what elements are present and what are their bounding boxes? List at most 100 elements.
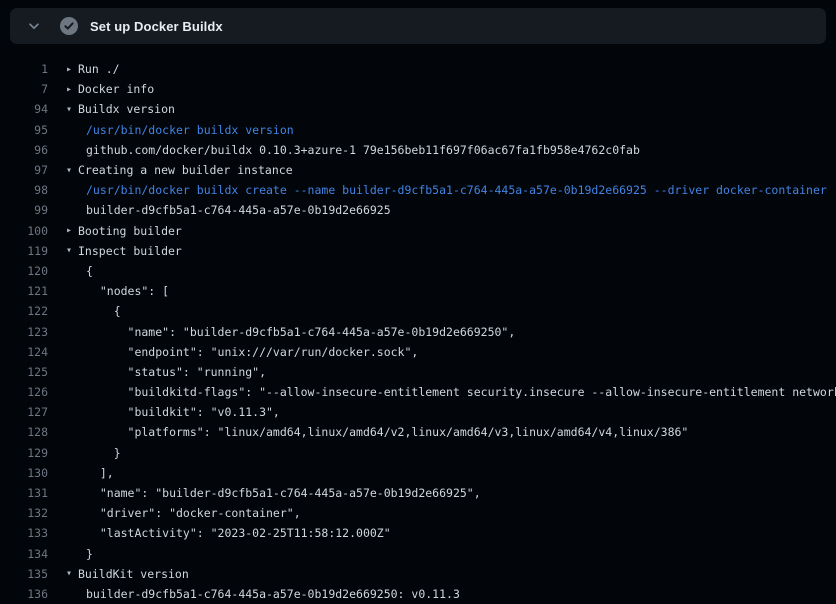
log-output-text: "lastActivity": "2023-02-25T11:58:12.000… [66,526,391,540]
line-number[interactable]: 7 [0,82,48,96]
triangle-down-icon: ▾ [66,165,78,176]
triangle-right-icon: ▸ [66,225,78,236]
triangle-down-icon: ▾ [66,104,78,115]
line-number[interactable]: 1 [0,62,48,76]
line-number[interactable]: 124 [0,345,48,359]
line-number[interactable]: 136 [0,587,48,601]
log-line-row: 98 /usr/bin/docker buildx create --name … [0,180,836,200]
line-number[interactable]: 119 [0,244,48,258]
log-line-row: 124 "endpoint": "unix:///var/run/docker.… [0,342,836,362]
log-line-row: 99 builder-d9cfb5a1-c764-445a-a57e-0b19d… [0,200,836,220]
log-line-row: 131 "name": "builder-d9cfb5a1-c764-445a-… [0,483,836,503]
line-number[interactable]: 122 [0,304,48,318]
line-number[interactable]: 133 [0,526,48,540]
log-line-row: 136 builder-d9cfb5a1-c764-445a-a57e-0b19… [0,584,836,604]
line-number[interactable]: 98 [0,183,48,197]
log-line-row: 127 "buildkit": "v0.11.3", [0,402,836,422]
line-number[interactable]: 94 [0,102,48,116]
log-line-row: 97 ▾Creating a new builder instance [0,160,836,180]
triangle-down-icon: ▾ [66,568,78,579]
step-header[interactable]: Set up Docker Buildx [10,8,826,44]
log-output-text: "name": "builder-d9cfb5a1-c764-445a-a57e… [66,486,481,500]
log-output-text: } [66,547,93,561]
log-line-row: 126 "buildkitd-flags": "--allow-insecure… [0,382,836,402]
log-group-toggle[interactable]: ▾Creating a new builder instance [66,163,293,177]
log-group-label: Buildx version [78,102,175,116]
log-line-row: 1 ▸Run ./ [0,59,836,79]
triangle-right-icon: ▸ [66,64,78,75]
log-output-text: builder-d9cfb5a1-c764-445a-a57e-0b19d2e6… [66,587,460,601]
log-output-text: "buildkitd-flags": "--allow-insecure-ent… [66,385,836,399]
log-group-label: Booting builder [78,224,182,238]
log-lines: 1 ▸Run ./ 7 ▸Docker info 94 ▾Buildx vers… [0,59,836,604]
log-line-row: 95 /usr/bin/docker buildx version [0,120,836,140]
chevron-down-icon[interactable] [26,18,42,34]
log-line-row: 121 "nodes": [ [0,281,836,301]
triangle-right-icon: ▸ [66,84,78,95]
line-number[interactable]: 100 [0,224,48,238]
line-number[interactable]: 131 [0,486,48,500]
line-number[interactable]: 99 [0,203,48,217]
log-group-label: Creating a new builder instance [78,163,293,177]
log-output-text: } [66,446,121,460]
log-output-text: { [66,264,93,278]
log-output-text: "endpoint": "unix:///var/run/docker.sock… [66,345,418,359]
line-number[interactable]: 95 [0,123,48,137]
line-number[interactable]: 123 [0,325,48,339]
log-command-text: /usr/bin/docker buildx create --name bui… [66,183,827,197]
triangle-down-icon: ▾ [66,245,78,256]
log-line-row: 120 { [0,261,836,281]
line-number[interactable]: 128 [0,425,48,439]
line-number[interactable]: 126 [0,385,48,399]
log-group-label: Run ./ [78,62,120,76]
log-line-row: 7 ▸Docker info [0,79,836,99]
log-group-toggle[interactable]: ▾Inspect builder [66,244,182,258]
log-output-text: "status": "running", [66,365,266,379]
log-line-row: 96 github.com/docker/buildx 0.10.3+azure… [0,140,836,160]
log-line-row: 134 } [0,544,836,564]
line-number[interactable]: 127 [0,405,48,419]
line-number[interactable]: 135 [0,567,48,581]
log-output-text: "buildkit": "v0.11.3", [66,405,280,419]
line-number[interactable]: 97 [0,163,48,177]
log-line-row: 132 "driver": "docker-container", [0,503,836,523]
log-output-text: { [66,304,121,318]
log-output-text: github.com/docker/buildx 0.10.3+azure-1 … [66,143,640,157]
line-number[interactable]: 125 [0,365,48,379]
log-line-row: 125 "status": "running", [0,362,836,382]
log-line-row: 94 ▾Buildx version [0,99,836,119]
log-output-text: builder-d9cfb5a1-c764-445a-a57e-0b19d2e6… [66,203,391,217]
log-line-row: 119 ▾Inspect builder [0,241,836,261]
log-output-text: "driver": "docker-container", [66,506,301,520]
log-line-row: 130 ], [0,463,836,483]
line-number[interactable]: 130 [0,466,48,480]
check-circle-icon [60,17,78,35]
log-output-text: ], [66,466,114,480]
line-number[interactable]: 121 [0,284,48,298]
log-command-text: /usr/bin/docker buildx version [66,123,294,137]
line-number[interactable]: 132 [0,506,48,520]
log-group-label: Docker info [78,82,154,96]
log-line-row: 128 "platforms": "linux/amd64,linux/amd6… [0,422,836,442]
line-number[interactable]: 120 [0,264,48,278]
line-number[interactable]: 129 [0,446,48,460]
log-line-row: 129 } [0,443,836,463]
log-group-label: BuildKit version [78,567,189,581]
log-group-toggle[interactable]: ▸Booting builder [66,224,182,238]
log-group-toggle[interactable]: ▸Run ./ [66,62,120,76]
log-output-text: "nodes": [ [66,284,169,298]
line-number[interactable]: 134 [0,547,48,561]
step-title: Set up Docker Buildx [90,19,223,34]
log-group-toggle[interactable]: ▾BuildKit version [66,567,189,581]
log-group-label: Inspect builder [78,244,182,258]
log-group-toggle[interactable]: ▾Buildx version [66,102,175,116]
log-line-row: 123 "name": "builder-d9cfb5a1-c764-445a-… [0,321,836,341]
log-group-toggle[interactable]: ▸Docker info [66,82,154,96]
log-line-row: 135 ▾BuildKit version [0,564,836,584]
log-output-text: "platforms": "linux/amd64,linux/amd64/v2… [66,425,688,439]
log-line-row: 133 "lastActivity": "2023-02-25T11:58:12… [0,523,836,543]
log-line-row: 122 { [0,301,836,321]
log-output-text: "name": "builder-d9cfb5a1-c764-445a-a57e… [66,325,515,339]
log-line-row: 100 ▸Booting builder [0,221,836,241]
line-number[interactable]: 96 [0,143,48,157]
